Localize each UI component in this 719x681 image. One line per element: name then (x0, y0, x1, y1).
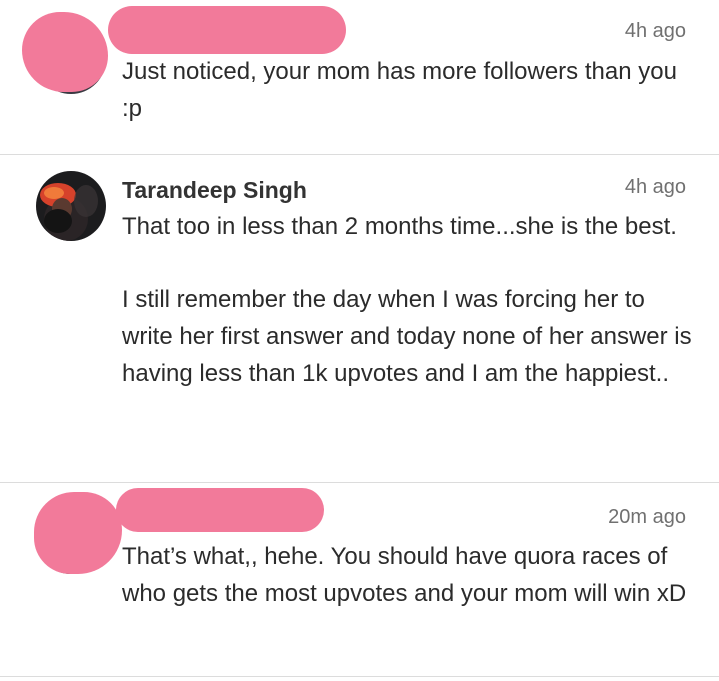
comment-item: 4h ago Just noticed, your mom has more f… (0, 0, 719, 154)
comment-item: Tarandeep Singh 4h ago That too in less … (0, 154, 719, 482)
comment-timestamp: 4h ago (624, 176, 686, 198)
comment-timestamp: 20m ago (608, 506, 686, 528)
redaction-mark (22, 12, 108, 92)
redaction-mark (34, 492, 122, 574)
comment-thread: 4h ago Just noticed, your mom has more f… (0, 0, 719, 681)
comment-paragraph: I still remember the day when I was forc… (122, 286, 692, 387)
comment-paragraph: That’s what,, hehe. You should have quor… (122, 543, 687, 607)
comment-body: That too in less than 2 months time...sh… (122, 208, 692, 392)
comment-timestamp: 4h ago (624, 20, 686, 42)
comment-paragraph: Just noticed, your mom has more follower… (122, 58, 677, 122)
comment-author[interactable]: Tarandeep Singh (122, 175, 307, 205)
comment-paragraph: That too in less than 2 months time...sh… (122, 213, 677, 240)
avatar[interactable] (36, 171, 106, 241)
redaction-mark (116, 488, 324, 532)
comment-item: 20m ago That’s what,, hehe. You should h… (0, 482, 719, 681)
comment-body: That’s what,, hehe. You should have quor… (122, 538, 692, 612)
divider (0, 676, 719, 677)
avatar-photo (36, 171, 106, 241)
comment-body: Just noticed, your mom has more follower… (122, 53, 692, 127)
redaction-mark (108, 6, 346, 54)
